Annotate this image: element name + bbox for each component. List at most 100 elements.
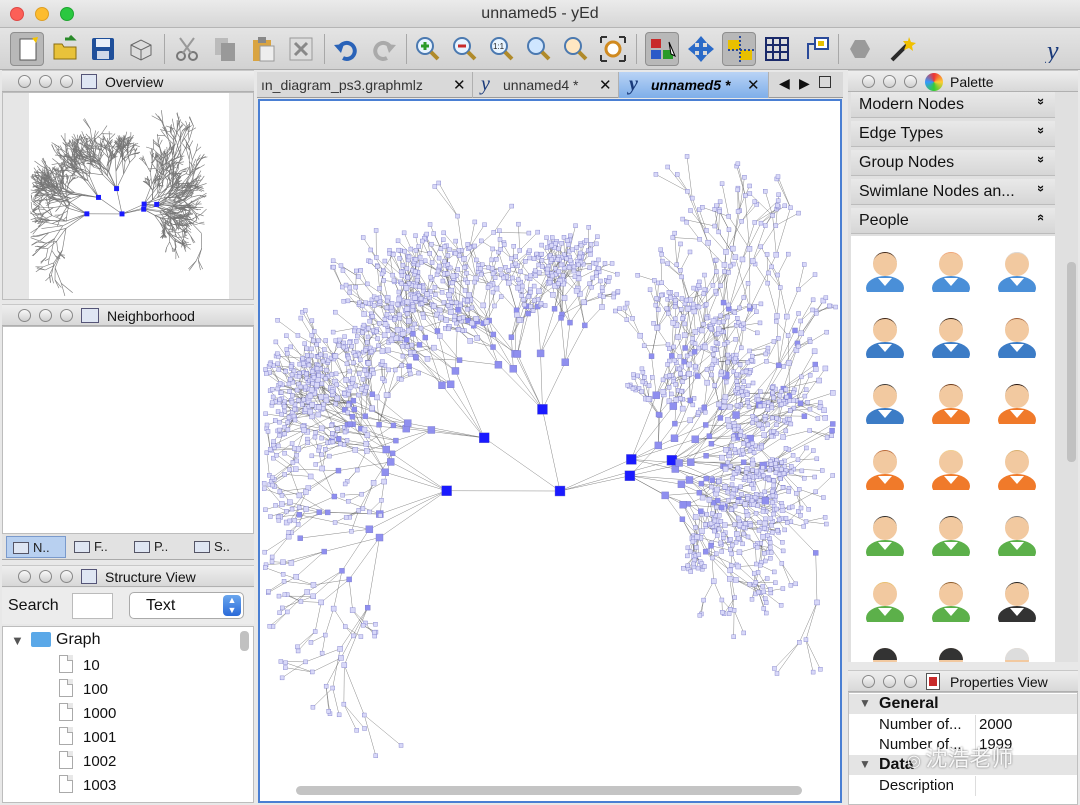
graph-node[interactable] [482, 222, 487, 227]
graph-node[interactable] [797, 640, 802, 645]
graph-node[interactable] [678, 307, 684, 312]
graph-node[interactable] [719, 597, 725, 603]
graph-node[interactable] [747, 191, 753, 196]
graph-node[interactable] [722, 522, 728, 528]
graph-node[interactable] [421, 315, 426, 320]
graph-node[interactable] [749, 596, 755, 602]
graph-node[interactable] [413, 257, 419, 262]
graph-node[interactable] [479, 432, 490, 444]
graph-node[interactable] [771, 395, 776, 401]
graph-node[interactable] [572, 274, 578, 279]
graph-node[interactable] [766, 476, 772, 482]
zoom-fit-button[interactable] [522, 32, 556, 66]
graph-node[interactable] [708, 521, 714, 526]
graph-node[interactable] [763, 223, 768, 228]
graph-node[interactable] [335, 467, 342, 474]
panel-float-button[interactable] [904, 75, 917, 88]
graph-node[interactable] [446, 326, 451, 332]
graph-node[interactable] [766, 270, 771, 276]
graph-node[interactable] [347, 285, 352, 290]
graph-node[interactable] [410, 304, 416, 309]
graph-node[interactable] [285, 351, 290, 356]
graph-node[interactable] [277, 397, 282, 402]
graph-node[interactable] [517, 248, 522, 253]
graph-node[interactable] [745, 496, 750, 501]
graph-node[interactable] [790, 504, 795, 510]
graph-node[interactable] [450, 280, 455, 286]
graph-node[interactable] [653, 172, 659, 177]
graph-node[interactable] [723, 249, 729, 255]
graph-node[interactable] [267, 361, 273, 367]
graph-node[interactable] [698, 480, 705, 487]
graph-node[interactable] [788, 519, 794, 524]
dock-tab-s[interactable]: S.. [188, 536, 244, 558]
graph-node[interactable] [304, 589, 310, 595]
graph-node[interactable] [561, 295, 568, 301]
graph-node[interactable] [532, 268, 538, 273]
graph-node[interactable] [373, 622, 378, 627]
graph-node[interactable] [796, 210, 801, 216]
graph-node[interactable] [283, 369, 288, 374]
graph-node[interactable] [566, 242, 571, 247]
graph-node[interactable] [769, 434, 774, 439]
graph-node[interactable] [685, 563, 690, 568]
graph-node[interactable] [680, 316, 685, 321]
graph-node[interactable] [444, 271, 450, 276]
graph-node[interactable] [568, 258, 573, 263]
graph-node[interactable] [669, 353, 675, 359]
graph-node[interactable] [341, 701, 347, 707]
graph-node[interactable] [783, 428, 789, 434]
graph-node[interactable] [455, 267, 460, 272]
graph-node[interactable] [509, 203, 514, 209]
graph-node[interactable] [277, 489, 283, 494]
graph-node[interactable] [660, 389, 667, 395]
graph-node[interactable] [570, 247, 575, 252]
graph-node[interactable] [742, 501, 748, 507]
graph-node[interactable] [402, 248, 407, 254]
graph-node[interactable] [283, 665, 288, 670]
graph-node[interactable] [433, 292, 438, 297]
graph-node[interactable] [743, 475, 748, 480]
graph-node[interactable] [783, 387, 789, 392]
graph-node[interactable] [296, 512, 302, 518]
panel-close-button[interactable] [862, 75, 875, 88]
graph-node[interactable] [699, 494, 706, 501]
graph-node[interactable] [508, 334, 515, 340]
graph-node[interactable] [833, 304, 838, 310]
person-node-icon[interactable] [863, 640, 907, 662]
graph-node[interactable] [327, 453, 332, 459]
tab-scroll-left-icon[interactable]: ◀ [779, 75, 790, 92]
graph-node[interactable] [573, 223, 578, 228]
person-node-icon[interactable] [863, 508, 907, 564]
graph-node[interactable] [807, 406, 813, 412]
person-node-icon[interactable] [929, 508, 973, 564]
graph-node[interactable] [640, 379, 646, 385]
graph-node[interactable] [762, 417, 768, 422]
graph-node[interactable] [465, 280, 470, 285]
graph-node[interactable] [829, 433, 834, 438]
graph-node[interactable] [771, 339, 777, 344]
graph-node[interactable] [288, 364, 294, 369]
graph-node[interactable] [735, 209, 741, 214]
graph-node[interactable] [710, 555, 715, 561]
graph-node[interactable] [379, 348, 386, 354]
graph-node[interactable] [279, 390, 284, 395]
graph-node[interactable] [568, 233, 573, 239]
graph-node[interactable] [384, 305, 390, 310]
graph-node[interactable] [733, 540, 739, 545]
graph-node[interactable] [590, 275, 595, 281]
graph-node[interactable] [364, 604, 371, 611]
graph-node[interactable] [370, 314, 375, 319]
graph-node[interactable] [799, 374, 804, 380]
graph-node[interactable] [756, 589, 761, 595]
graph-node[interactable] [763, 596, 768, 601]
graph-node[interactable] [398, 743, 404, 748]
graph-node[interactable] [335, 426, 340, 432]
graph-node[interactable] [333, 309, 338, 315]
graph-node[interactable] [729, 245, 736, 252]
graph-node[interactable] [315, 411, 322, 418]
graph-node[interactable] [673, 382, 678, 387]
graph-node[interactable] [309, 353, 314, 359]
graph-node[interactable] [673, 316, 678, 322]
graph-node[interactable] [710, 283, 716, 288]
